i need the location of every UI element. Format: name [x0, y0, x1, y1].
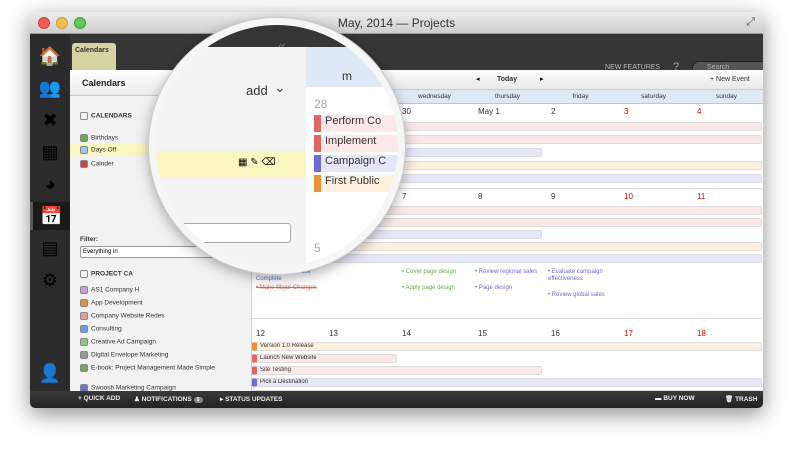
people-icon[interactable]: 👥 [36, 74, 64, 102]
project-item[interactable]: Company Website Redes [80, 310, 248, 322]
lens-month-stub: m [342, 69, 352, 83]
section-checkbox[interactable] [80, 112, 88, 120]
project-item[interactable]: E-book: Project Management Made Simple [80, 362, 248, 382]
chevron-down-icon[interactable]: ⌄ [274, 79, 286, 96]
day-number[interactable]: 7 [402, 192, 406, 201]
event-bar[interactable]: Pick a Destination [252, 378, 762, 387]
day-number[interactable]: 14 [402, 329, 411, 338]
task-item[interactable]: • Evaluate campaign effectiveness [548, 269, 616, 283]
gear-icon[interactable]: ⚙ [36, 266, 64, 294]
notification-count: 5 [193, 397, 203, 403]
day-number[interactable]: May 1 [478, 107, 500, 116]
day-header: sunday [716, 93, 737, 100]
new-event-button[interactable]: + New Event [710, 76, 750, 83]
lens-topbar [156, 25, 398, 47]
task-item[interactable]: • Review global sales [548, 292, 616, 299]
magnifier-lens: « ▦ ✎ ⌫ linet ts add ⌄ m 28 Perform Co I… [149, 18, 405, 274]
day-number[interactable]: 4 [697, 107, 701, 116]
day-number[interactable]: 30 [402, 107, 411, 116]
bell-icon: ♟ [134, 396, 142, 403]
project-item[interactable]: Consulting [80, 323, 248, 335]
day-header: saturday [641, 93, 666, 100]
project-item[interactable]: App Development [80, 297, 248, 309]
lens-project-select[interactable]: ts [156, 223, 291, 243]
sidebar-title: Calendars [82, 78, 126, 88]
today-button[interactable]: Today [497, 76, 517, 83]
status-bar: + QUICK ADD ♟ NOTIFICATIONS 5 ▸ STATUS UP… [30, 391, 763, 408]
event-bar[interactable]: Launch New Website [252, 354, 397, 363]
day-number[interactable]: 18 [697, 329, 706, 338]
lens-event[interactable]: Perform Co [314, 115, 398, 132]
day-number[interactable]: 11 [697, 192, 705, 201]
quick-add-button[interactable]: + QUICK ADD [78, 395, 120, 402]
project-item[interactable]: Digital Envelope Marketing [80, 349, 248, 361]
project-item[interactable]: AS1 Company H [80, 284, 248, 296]
document-icon[interactable]: ▤ [36, 234, 64, 262]
row-action-icons[interactable]: ▦ ✎ ⌫ [238, 157, 276, 168]
event-bar[interactable]: Version 1.0 Release [252, 342, 762, 351]
filter-label: Filter: [80, 236, 99, 243]
lens-event[interactable]: Campaign C [314, 155, 398, 172]
task-item[interactable]: • Make Major Changes [256, 285, 324, 292]
lens-event[interactable]: First Public [314, 175, 398, 192]
add-calendar-button[interactable]: add [246, 83, 268, 98]
home-icon[interactable]: 🏠 [36, 42, 64, 70]
task-item[interactable]: • Apply page design [402, 285, 470, 292]
day-number[interactable]: 9 [551, 192, 555, 201]
lens-event[interactable]: Implement [314, 135, 398, 152]
day-number[interactable]: 3 [624, 107, 628, 116]
prev-month-button[interactable]: ◂ [476, 75, 480, 83]
pie-icon[interactable]: ◕ [36, 170, 64, 198]
trash-icon: 🗑 [725, 396, 736, 403]
day-number[interactable]: 12 [256, 329, 265, 338]
lens-highlight-row[interactable] [156, 151, 306, 177]
notifications-button[interactable]: ♟ NOTIFICATIONS 5 [134, 395, 203, 403]
day-number[interactable]: 10 [624, 192, 633, 201]
lens-day-number: 28 [314, 97, 328, 111]
lens-calendar: m 28 Perform Co Implement Campaign C Fir… [306, 47, 398, 267]
day-number[interactable]: 16 [551, 329, 560, 338]
project-item[interactable]: Creative Ad Campaign [80, 336, 248, 348]
calendar-icon[interactable]: 📅 [30, 202, 70, 230]
day-header: friday [572, 93, 589, 100]
projects-section[interactable]: PROJECT CA [80, 270, 133, 278]
tab-calendars[interactable]: Calendars [72, 43, 116, 70]
calendars-section[interactable]: CALENDARS [80, 112, 132, 120]
chart-icon[interactable]: ▦ [36, 138, 64, 166]
event-bar[interactable]: Site Testing [252, 366, 542, 375]
next-month-button[interactable]: ▸ [540, 75, 544, 83]
trash-button[interactable]: 🗑 TRASH [725, 395, 757, 403]
status-updates-button[interactable]: ▸ STATUS UPDATES [220, 395, 283, 403]
day-number[interactable]: 2 [551, 107, 555, 116]
day-number[interactable]: 8 [478, 192, 482, 201]
nav-rail: 🏠 👥 ✖ ▦ ◕ 📅 ▤ ⚙ 👤 [30, 34, 70, 391]
tools-icon[interactable]: ✖ [36, 106, 64, 134]
task-item[interactable]: • Review regional sales [475, 269, 543, 276]
day-header: wednesday [418, 93, 451, 100]
lens-day-header: m [306, 47, 398, 87]
task-item[interactable]: • Page design [475, 285, 543, 292]
avatar[interactable]: 👤 [36, 359, 64, 387]
task-item[interactable]: • Cover page design [402, 269, 470, 276]
day-number[interactable]: 15 [478, 329, 487, 338]
day-number[interactable]: 17 [624, 329, 633, 338]
fullscreen-icon[interactable]: ⤢ [746, 16, 755, 29]
day-number[interactable]: 13 [329, 329, 338, 338]
buy-now-button[interactable]: ▬ BUY NOW [655, 395, 695, 402]
day-header: thursday [495, 93, 520, 100]
lens-day-number: 5 [314, 241, 321, 255]
week-row: 12 13 14 15 16 17 18 Version 1.0 Release… [252, 319, 763, 391]
